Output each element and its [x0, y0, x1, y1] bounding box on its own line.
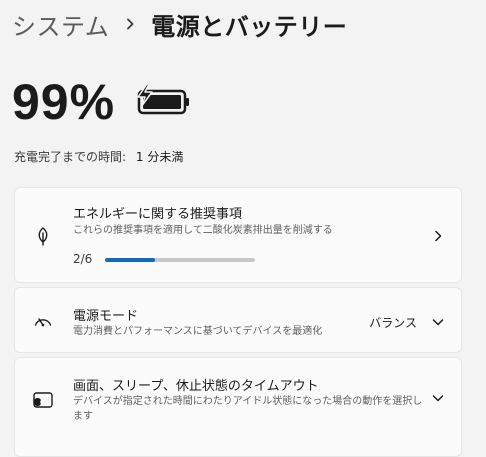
battery-status: 99%: [12, 74, 193, 130]
gauge-icon: [31, 309, 55, 333]
power-mode-description: 電力消費とパフォーマンスに基づいてデバイスを最適化: [73, 326, 323, 337]
energy-recommendations-description: これらの推奨事項を適用して二酸化炭素排出量を削減する: [73, 225, 333, 236]
recommendations-progress-bar: [105, 258, 255, 262]
charge-time-label: 充電完了までの時間:: [14, 150, 127, 164]
energy-recommendations-title: エネルギーに関する推奨事項: [73, 207, 243, 222]
leaf-icon: [31, 224, 55, 248]
screen-sleep-timeout-card[interactable]: 画面、スリープ、休止状態のタイムアウト デバイスが指定された時間にわたりアイドル…: [14, 357, 462, 457]
screen-sleep-timeout-description: デバイスが指定された時間にわたりアイドル状態になった場合の動作を選択します: [73, 396, 423, 422]
chevron-down-icon[interactable]: [431, 391, 445, 405]
chevron-down-icon[interactable]: [431, 315, 445, 329]
screen-sleep-icon: [31, 388, 55, 412]
chevron-right-icon: [123, 17, 137, 31]
charge-time-value: 1 分未満: [135, 150, 184, 164]
charge-time: 充電完了までの時間: 1 分未満: [14, 148, 183, 165]
chevron-right-icon: [431, 229, 445, 243]
power-mode-card: 電源モード 電力消費とパフォーマンスに基づいてデバイスを最適化 バランス: [14, 287, 462, 353]
power-mode-title: 電源モード: [73, 309, 139, 324]
page-title: 電源とバッテリー: [151, 12, 348, 41]
screen-sleep-timeout-title: 画面、スリープ、休止状態のタイムアウト: [73, 379, 319, 394]
battery-percent: 99%: [12, 74, 116, 130]
breadcrumb-parent-system[interactable]: システム: [12, 7, 109, 42]
battery-charging-icon: [135, 83, 193, 117]
recommendations-progress-fill: [105, 258, 155, 262]
breadcrumb: システム 電源とバッテリー: [12, 6, 347, 42]
recommendations-progress-text: 2/6: [73, 252, 93, 266]
power-mode-dropdown[interactable]: バランス: [369, 314, 417, 331]
energy-recommendations-card[interactable]: エネルギーに関する推奨事項 これらの推奨事項を適用して二酸化炭素排出量を削減する…: [14, 187, 462, 283]
